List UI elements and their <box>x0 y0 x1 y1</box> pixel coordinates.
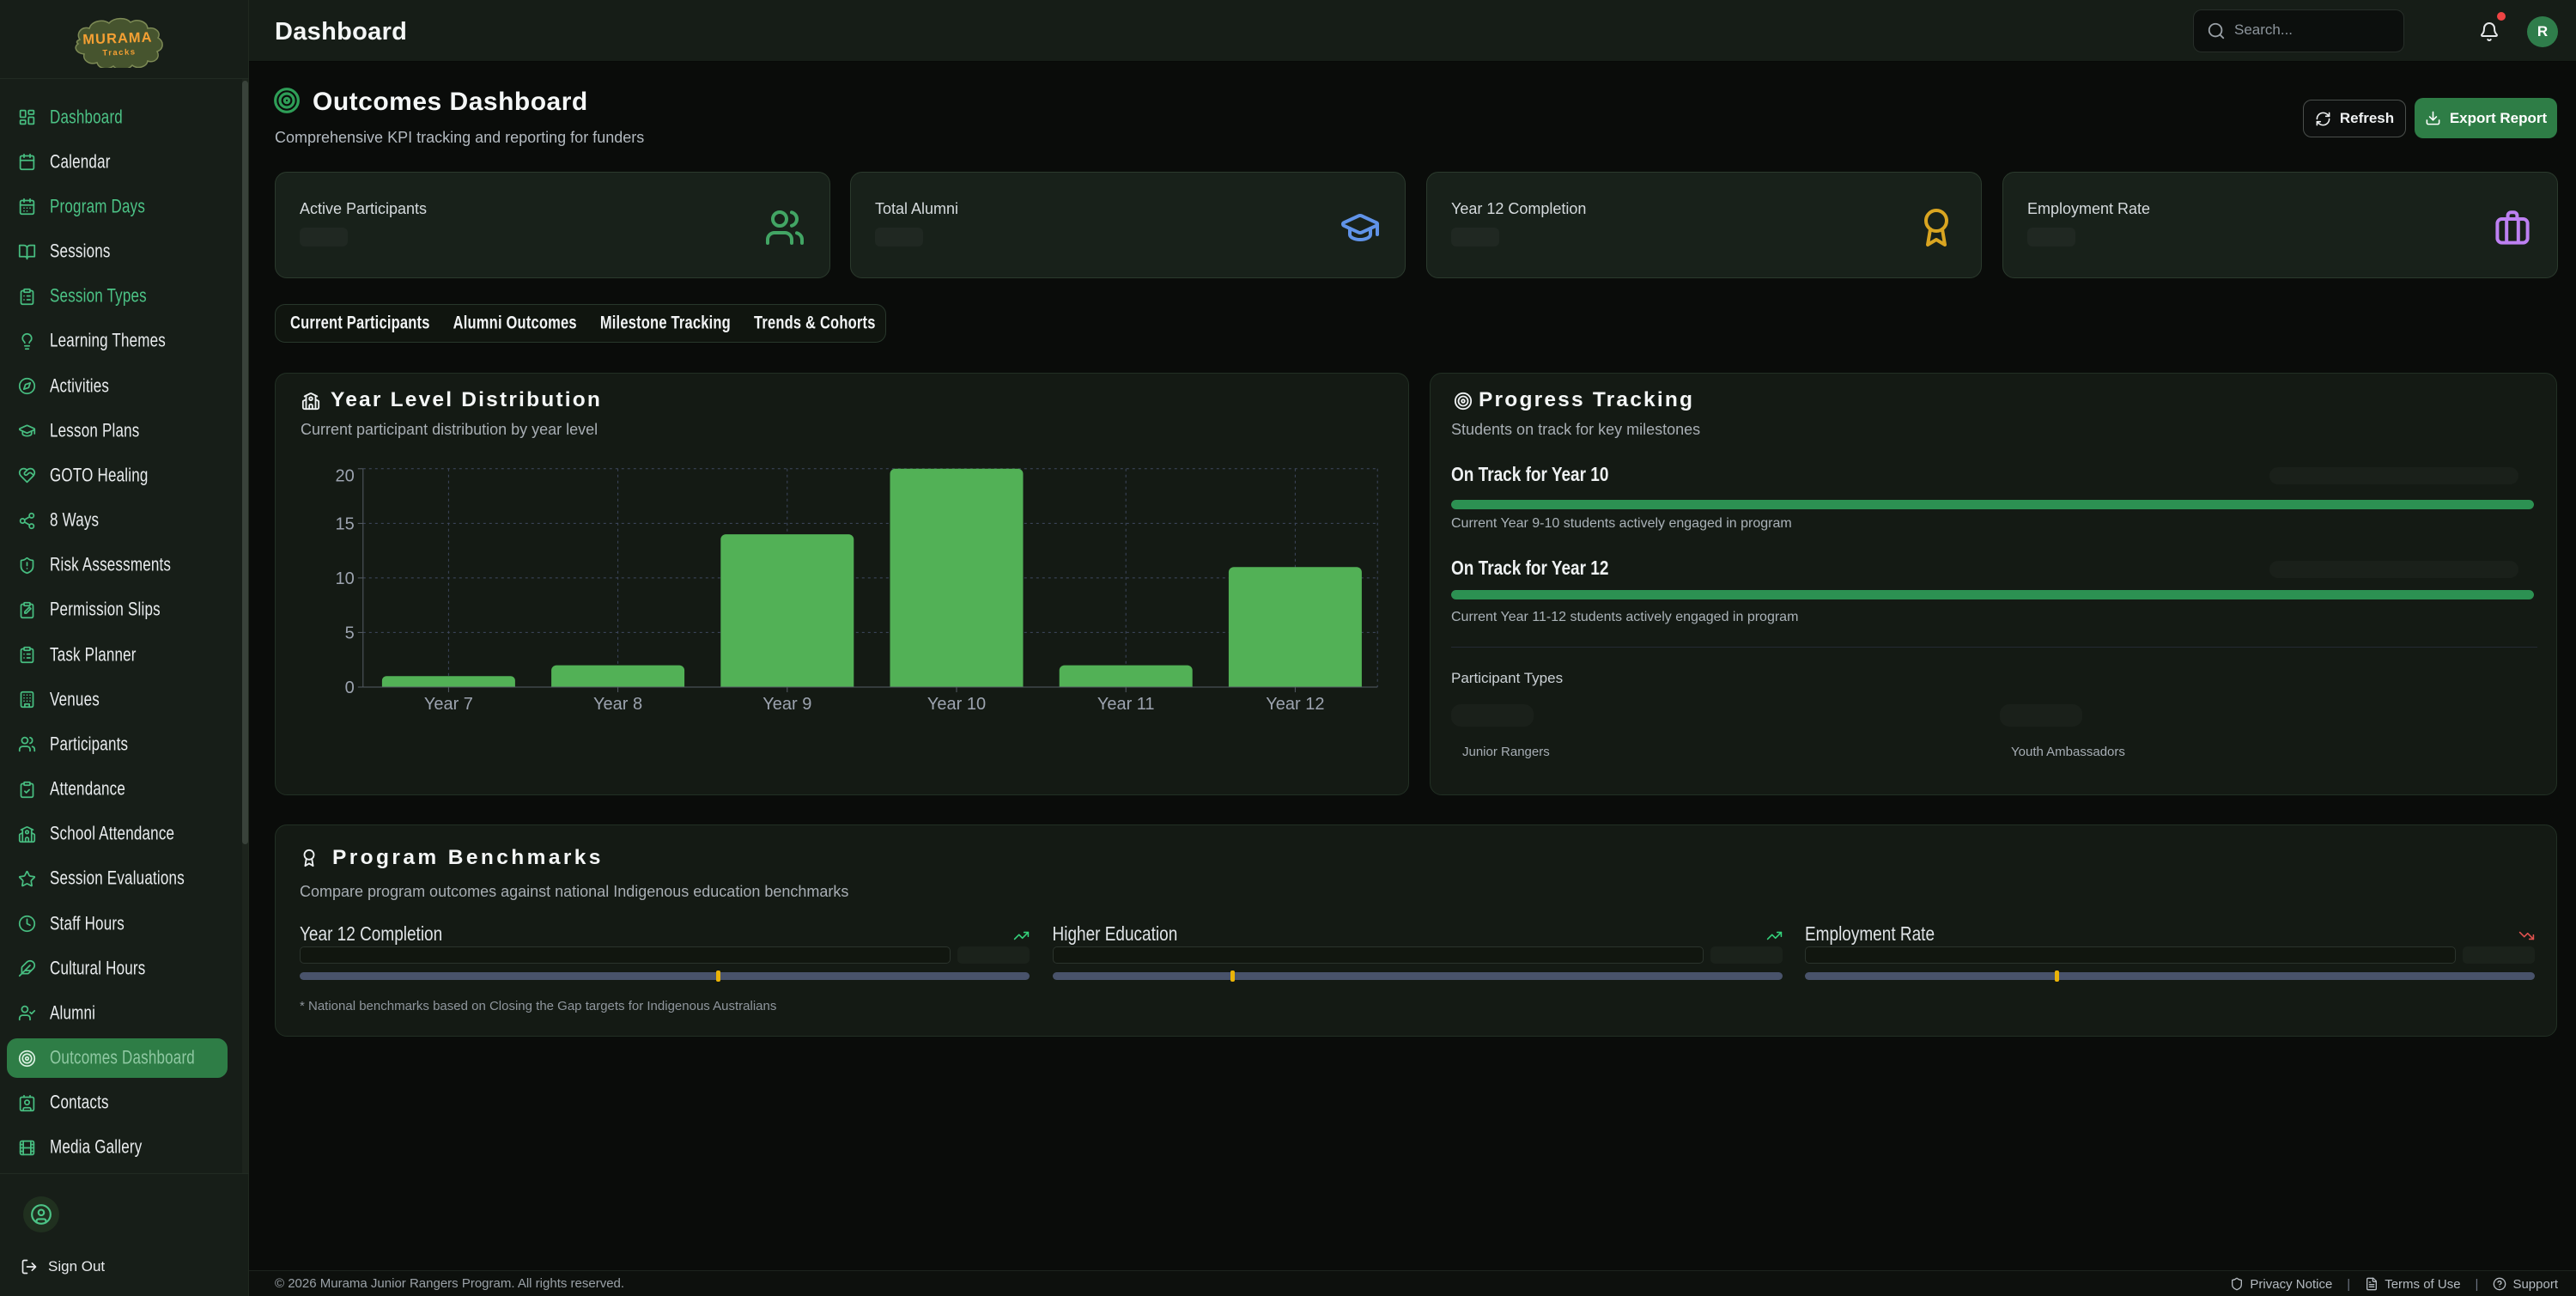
svg-text:0: 0 <box>345 678 355 697</box>
svg-text:Year 10: Year 10 <box>927 695 986 714</box>
svg-text:Tracks: Tracks <box>102 47 136 58</box>
svg-text:Year 12: Year 12 <box>1266 695 1324 714</box>
svg-text:Year 8: Year 8 <box>593 695 642 714</box>
svg-text:Year 11: Year 11 <box>1097 695 1155 714</box>
svg-text:Year 9: Year 9 <box>762 695 811 714</box>
svg-text:MURAMA: MURAMA <box>82 30 153 48</box>
svg-text:5: 5 <box>345 624 355 642</box>
svg-text:15: 15 <box>336 514 355 533</box>
svg-text:20: 20 <box>336 467 355 486</box>
svg-text:Year 7: Year 7 <box>424 695 473 714</box>
svg-text:10: 10 <box>336 569 355 588</box>
